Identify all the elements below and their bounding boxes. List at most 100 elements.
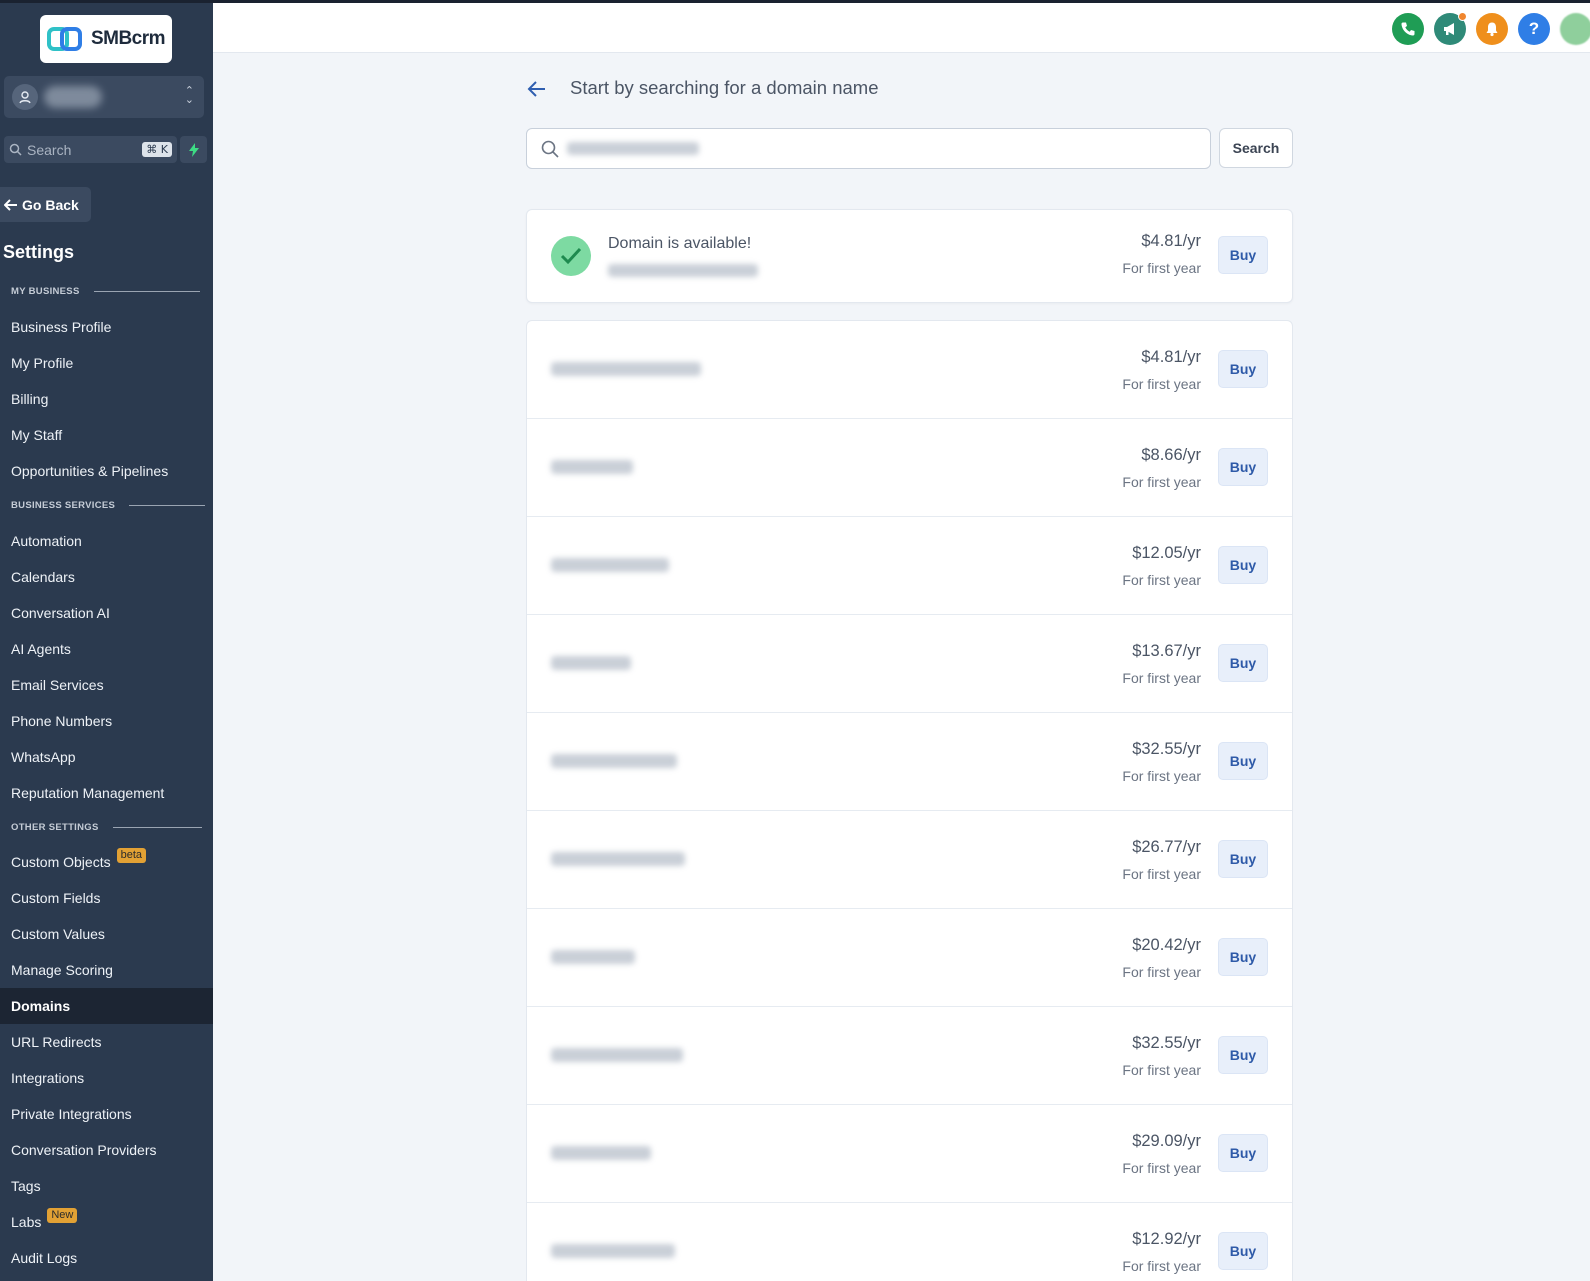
sidebar-item-url-redirects[interactable]: URL Redirects [0,1024,213,1060]
domain-results-list: $4.81/yr For first year Buy $8.66/yr For… [526,320,1293,1281]
price-block: $4.81/yr For first year [1122,348,1201,392]
domain-search-input[interactable] [526,128,1211,169]
list-item: $32.55/yr For first year Buy [527,1007,1292,1105]
price-note: For first year [1122,376,1201,392]
page-title: Start by searching for a domain name [570,77,879,98]
available-domain-redacted [608,264,758,277]
price: $20.42/yr [1132,936,1201,954]
buy-button[interactable]: Buy [1218,1036,1268,1074]
check-icon [551,236,591,276]
logo-icon [46,27,82,51]
price-block: $20.42/yr For first year [1122,936,1201,980]
buy-button[interactable]: Buy [1218,840,1268,878]
price-block: $29.09/yr For first year [1122,1132,1201,1176]
price-block: $12.05/yr For first year [1122,544,1201,588]
search-button[interactable]: Search [1219,128,1293,168]
list-item: $12.92/yr For first year Buy [527,1203,1292,1281]
price-note: For first year [1122,670,1201,686]
sidebar-item-billing[interactable]: Billing [0,381,213,417]
sidebar-item-conversation-providers[interactable]: Conversation Providers [0,1132,213,1168]
list-item: $13.67/yr For first year Buy [527,615,1292,713]
sidebar-item-labs[interactable]: Labs New [0,1204,213,1240]
price: $8.66/yr [1141,446,1201,464]
price: $26.77/yr [1132,838,1201,856]
go-back-button[interactable]: Go Back [0,187,91,222]
price-block: $4.81/yr For first year [1122,232,1201,276]
domain-name-redacted [551,558,669,572]
buy-button[interactable]: Buy [1218,644,1268,682]
buy-button[interactable]: Buy [1218,448,1268,486]
price-note: For first year [1122,474,1201,490]
account-switcher[interactable]: ⌃ ⌄ [4,76,204,118]
list-item: $29.09/yr For first year Buy [527,1105,1292,1203]
sidebar-item-email-services[interactable]: Email Services [0,667,213,703]
price-note: For first year [1122,1258,1201,1274]
list-item: $12.05/yr For first year Buy [527,517,1292,615]
domain-name-redacted [551,852,685,866]
sidebar-item-ai-agents[interactable]: AI Agents [0,631,213,667]
buy-button[interactable]: Buy [1218,546,1268,584]
search-value-redacted [567,142,699,155]
buy-button[interactable]: Buy [1218,236,1268,274]
sidebar-item-opportunities[interactable]: Opportunities & Pipelines [0,453,213,489]
price-block: $12.92/yr For first year [1122,1230,1201,1274]
sidebar-item-custom-objects[interactable]: Custom Objects beta [0,844,213,880]
beta-badge: beta [116,847,147,863]
help-button[interactable]: ? [1518,13,1550,45]
top-header: ? [213,0,1590,53]
sidebar-item-custom-fields[interactable]: Custom Fields [0,880,213,916]
domain-name-redacted [551,362,701,376]
sidebar-search-placeholder: Search [27,141,72,158]
phone-icon [1401,22,1415,36]
sidebar-item-business-profile[interactable]: Business Profile [0,309,213,345]
quick-actions-button[interactable] [180,136,207,163]
buy-button[interactable]: Buy [1218,350,1268,388]
price-block: $8.66/yr For first year [1122,446,1201,490]
buy-button[interactable]: Buy [1218,742,1268,780]
sidebar-item-reputation[interactable]: Reputation Management [0,775,213,811]
domain-name-redacted [551,1146,651,1160]
announcements-button[interactable] [1434,12,1467,45]
phone-button[interactable] [1392,13,1424,45]
settings-title: Settings [3,242,75,262]
search-icon [541,140,559,158]
price-note: For first year [1122,572,1201,588]
sidebar-item-private-integrations[interactable]: Private Integrations [0,1096,213,1132]
price: $12.92/yr [1132,1230,1201,1248]
back-arrow-icon[interactable] [525,77,549,101]
buy-button[interactable]: Buy [1218,1232,1268,1270]
logo[interactable]: SMBcrm [40,15,172,63]
price-note: For first year [1122,260,1201,276]
price-note: For first year [1122,1160,1201,1176]
sidebar-item-tags[interactable]: Tags [0,1168,213,1204]
avatar[interactable] [1560,13,1590,45]
price-block: $13.67/yr For first year [1122,642,1201,686]
domain-name-redacted [551,460,633,474]
location-icon [12,84,38,110]
sidebar-item-integrations[interactable]: Integrations [0,1060,213,1096]
sidebar-item-audit-logs[interactable]: Audit Logs [0,1240,213,1276]
sidebar-item-calendars[interactable]: Calendars [0,559,213,595]
sidebar-item-my-profile[interactable]: My Profile [0,345,213,381]
sidebar-item-conversation-ai[interactable]: Conversation AI [0,595,213,631]
sidebar-item-automation[interactable]: Automation [0,523,213,559]
help-icon: ? [1528,19,1540,38]
sidebar-item-phone-numbers[interactable]: Phone Numbers [0,703,213,739]
sidebar-search[interactable]: Search ⌘ K [4,136,177,163]
buy-button[interactable]: Buy [1218,938,1268,976]
megaphone-icon [1444,23,1454,35]
availability-card: Domain is available! $4.81/yr For first … [526,209,1293,303]
sidebar-item-domains[interactable]: Domains [0,988,213,1024]
domain-name-redacted [551,656,631,670]
notifications-button[interactable] [1476,13,1508,45]
buy-button[interactable]: Buy [1218,1134,1268,1172]
section-business-services: BUSINESS SERVICES [11,500,206,511]
sidebar: SMBcrm ⌃ ⌄ Search ⌘ K Go Back Settings MY… [0,0,213,1281]
sidebar-item-whatsapp[interactable]: WhatsApp [0,739,213,775]
sidebar-item-manage-scoring[interactable]: Manage Scoring [0,952,213,988]
sidebar-item-custom-values[interactable]: Custom Values [0,916,213,952]
price-note: For first year [1122,866,1201,882]
bolt-icon [188,142,199,157]
sidebar-item-my-staff[interactable]: My Staff [0,417,213,453]
price: $29.09/yr [1132,1132,1201,1150]
